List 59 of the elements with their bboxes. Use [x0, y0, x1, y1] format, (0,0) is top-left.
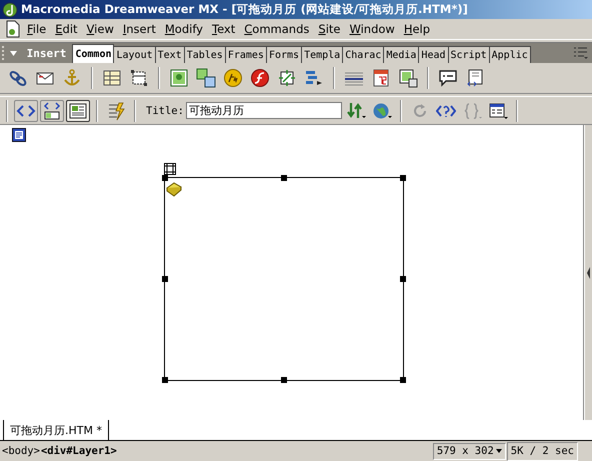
menu-item[interactable]: View	[82, 22, 118, 36]
insert-tab[interactable]: Media	[383, 46, 420, 63]
view-toggle-button[interactable]	[14, 100, 38, 122]
view-toggle-button[interactable]	[66, 100, 90, 122]
download-time: 5K / 2 sec	[506, 442, 578, 460]
menu-item[interactable]: Insert	[118, 22, 160, 36]
resize-handle[interactable]	[162, 377, 168, 383]
insert-tab[interactable]: Common	[72, 44, 114, 63]
insert-tab[interactable]: Frames	[224, 46, 267, 63]
tag-selector[interactable]: <div#Layer1>	[40, 445, 117, 457]
caret-icon	[496, 449, 502, 453]
title-label: Title:	[146, 104, 184, 116]
menu-item[interactable]: Site	[313, 22, 344, 36]
view-options-icon[interactable]	[488, 100, 508, 120]
insert-tab[interactable]: Templa	[301, 46, 344, 63]
window-size-dropdown[interactable]: 579 x 302	[432, 442, 506, 460]
link-icon[interactable]	[8, 68, 28, 88]
view-toggle-button[interactable]	[40, 100, 64, 122]
menu-item[interactable]: Commands	[239, 22, 314, 36]
globe-icon[interactable]	[372, 100, 392, 120]
menu-item[interactable]: Window	[344, 22, 399, 36]
image-icon[interactable]	[169, 68, 189, 88]
layer-handle-icon[interactable]	[164, 163, 176, 175]
tag-selector[interactable]: <body>	[2, 445, 40, 457]
window-title: Macromedia Dreamweaver MX - [可拖动月历 (网站建设/可拖动月历.HTM*)]	[21, 2, 468, 17]
layer-icon[interactable]	[129, 68, 149, 88]
resize-handle[interactable]	[162, 175, 168, 181]
menu-item[interactable]: Text	[206, 22, 240, 36]
resize-handle[interactable]	[400, 276, 406, 282]
insert-tab[interactable]: Head	[418, 46, 449, 63]
calendar-icon[interactable]	[371, 68, 391, 88]
layer-marker-icon[interactable]	[165, 180, 183, 198]
menu-item[interactable]: Modify	[160, 22, 207, 36]
insert-tab[interactable]: Script	[448, 46, 490, 63]
menu-item[interactable]: Edit	[50, 22, 82, 36]
script-marker-icon	[12, 128, 26, 142]
resize-handle[interactable]	[400, 175, 406, 181]
table-icon[interactable]	[102, 68, 122, 88]
title-field[interactable]: 可拖动月历	[186, 102, 342, 119]
insert-tab[interactable]: Tables	[184, 46, 226, 63]
menu-item[interactable]: Help	[398, 22, 434, 36]
insert-tab[interactable]: Text	[154, 46, 185, 63]
resize-handle[interactable]	[162, 276, 168, 282]
options-menu-icon[interactable]	[572, 45, 589, 61]
arrow-icon	[586, 266, 591, 280]
comment-icon[interactable]	[438, 68, 458, 88]
insert-tab[interactable]: Layout	[113, 46, 156, 63]
menu-item[interactable]: File	[22, 22, 50, 36]
resize-handle[interactable]	[281, 175, 287, 181]
document-tab[interactable]: 可拖动月历.HTM *	[3, 420, 109, 441]
insert-tab[interactable]: Forms	[266, 46, 302, 63]
insert-tab[interactable]: Applic	[488, 46, 531, 63]
insert-panel-toggle[interactable]: Insert	[10, 44, 72, 62]
insert-tab[interactable]: Charac	[342, 46, 384, 63]
layer-box[interactable]	[164, 177, 404, 381]
list-arrow-icon[interactable]	[304, 68, 324, 88]
resize-handle[interactable]	[281, 377, 287, 383]
resize-handle[interactable]	[400, 377, 406, 383]
app-logo-icon	[2, 2, 18, 18]
